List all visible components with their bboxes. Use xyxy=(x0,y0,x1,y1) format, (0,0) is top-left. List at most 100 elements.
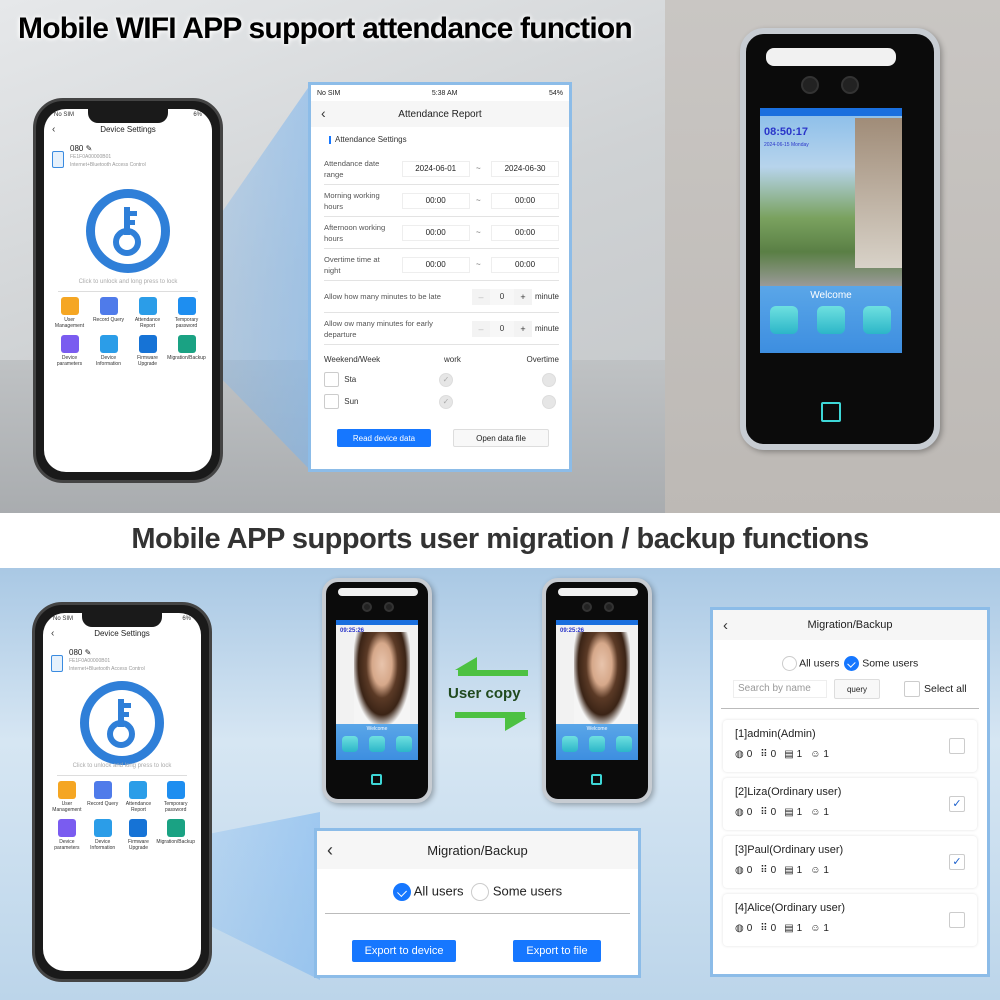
unlock-button[interactable] xyxy=(80,681,164,765)
back-icon[interactable]: ‹ xyxy=(321,105,326,121)
menu-item-migration-backup[interactable]: Migration/Backup xyxy=(167,335,206,367)
unlock-tile-icon[interactable] xyxy=(817,306,845,334)
menu-item-device-information[interactable]: Device Information xyxy=(85,819,121,851)
fingerprint-icon: ◍ xyxy=(735,749,744,760)
key-icon xyxy=(107,699,135,748)
menu-item-label: Firmware Upgrade xyxy=(137,355,158,367)
user-checkbox[interactable]: ✓ xyxy=(949,854,965,870)
user-checkbox[interactable] xyxy=(949,912,965,928)
menu-item-temporary-password[interactable]: Temporary password xyxy=(156,781,195,813)
sat-overtime-radio[interactable] xyxy=(542,373,556,387)
back-icon[interactable]: ‹ xyxy=(723,617,728,634)
menu-item-device-parameters[interactable]: Device parameters xyxy=(50,335,89,367)
menu-item-record-query[interactable]: Record Query xyxy=(89,297,128,329)
unlock-tile-icon[interactable] xyxy=(589,736,605,752)
menu-item-user-management[interactable]: User Management xyxy=(49,781,85,813)
export-to-device-button[interactable]: Export to device xyxy=(352,940,456,962)
menu-item-user-management[interactable]: User Management xyxy=(50,297,89,329)
card-icon: ▤ xyxy=(784,749,794,760)
menu-item-migration-backup[interactable]: Migration/Backup xyxy=(156,819,195,851)
unlock-hint: Click to unlock and long press to lock xyxy=(78,279,178,285)
sat-work-radio[interactable]: ✓ xyxy=(439,373,453,387)
menu-item-label: Migration/Backup xyxy=(156,839,195,845)
credential-count: ⠿ 0 xyxy=(760,865,776,876)
select-all-checkbox[interactable] xyxy=(904,681,920,697)
building xyxy=(855,118,902,268)
start-date-input[interactable]: 2024-06-01 xyxy=(401,160,470,177)
welcome-label: Welcome xyxy=(586,726,608,732)
some-users-radio[interactable] xyxy=(844,656,860,671)
doorbell-tile-icon[interactable] xyxy=(396,736,412,752)
menu-tile-icon[interactable] xyxy=(770,306,798,334)
menu-item-record-query[interactable]: Record Query xyxy=(85,781,121,813)
nfc-card-icon xyxy=(821,402,841,422)
device-info: 080 ✎ FE1F0A00000B01 Internet+Bluetooth … xyxy=(69,649,154,673)
overtime-end-input[interactable]: 00:00 xyxy=(491,256,560,273)
edit-icon[interactable]: ✎ xyxy=(85,648,92,657)
doorbell-tile-icon[interactable] xyxy=(863,306,891,334)
battery-label: 54% xyxy=(548,89,563,97)
some-users-label: Some users xyxy=(862,657,919,670)
user-row[interactable]: [2]Liza(Ordinary user) ◍ 0 ⠿ 0 ▤ 1 ☺ 1 ✓ xyxy=(723,778,977,830)
record-clock-icon xyxy=(99,297,118,315)
all-users-radio[interactable] xyxy=(392,883,411,901)
device-type: Internet+Bluetooth Access Control xyxy=(69,666,145,672)
search-input[interactable]: Search by name xyxy=(733,680,827,698)
menu-item-attendance-report[interactable]: Attendance Report xyxy=(128,297,167,329)
sun-work-radio[interactable]: ✓ xyxy=(439,395,453,409)
user-row[interactable]: [3]Paul(Ordinary user) ◍ 0 ⠿ 0 ▤ 1 ☺ 1 ✓ xyxy=(723,836,977,888)
user-row[interactable]: [1]admin(Admin) ◍ 0 ⠿ 0 ▤ 1 ☺ 1 xyxy=(723,720,977,772)
range-separator: ~ xyxy=(476,228,481,237)
edit-icon[interactable]: ✎ xyxy=(86,144,93,153)
sun-checkbox[interactable] xyxy=(324,394,339,409)
terminal-status-bar xyxy=(556,620,638,625)
open-data-file-button[interactable]: Open data file xyxy=(453,429,549,447)
sat-checkbox[interactable] xyxy=(324,372,339,387)
decrement-button[interactable]: – xyxy=(471,320,490,337)
increment-button[interactable]: + xyxy=(513,288,532,305)
afternoon-start-input[interactable]: 00:00 xyxy=(401,224,470,241)
menu-item-label: Firmware Upgrade xyxy=(128,839,149,851)
overtime-start-input[interactable]: 00:00 xyxy=(401,256,470,273)
menu-item-firmware-upgrade[interactable]: Firmware Upgrade xyxy=(128,335,167,367)
late-minutes-value[interactable]: 0 xyxy=(489,288,514,305)
menu-tile-icon[interactable] xyxy=(562,736,578,752)
unlock-button[interactable] xyxy=(86,189,170,273)
header: ‹ Migration/Backup xyxy=(713,610,987,640)
user-checkbox[interactable]: ✓ xyxy=(949,796,965,812)
increment-button[interactable]: + xyxy=(513,320,532,337)
morning-end-input[interactable]: 00:00 xyxy=(491,192,560,209)
read-device-data-button[interactable]: Read device data xyxy=(337,429,431,447)
function-grid: User Management Record Query Attendance Re… xyxy=(49,781,195,851)
user-copy-label: User copy xyxy=(448,685,521,702)
carrier-label: No SIM xyxy=(317,89,341,97)
menu-item-device-information[interactable]: Device Information xyxy=(89,335,128,367)
function-grid: User Management Record Query Attendance Re… xyxy=(50,297,206,367)
range-separator: ~ xyxy=(476,260,481,269)
menu-tile-icon[interactable] xyxy=(342,736,358,752)
user-row[interactable]: [4]Alice(Ordinary user) ◍ 0 ⠿ 0 ▤ 1 ☺ 1 xyxy=(723,894,977,946)
sun-overtime-radio[interactable] xyxy=(542,395,556,409)
query-button[interactable]: query xyxy=(834,679,880,699)
some-users-radio[interactable] xyxy=(471,883,490,901)
face-photo xyxy=(354,632,410,724)
user-checkbox[interactable] xyxy=(949,738,965,754)
share-icon xyxy=(177,335,196,353)
row-early-departure: Allow ow many minutes for early departur… xyxy=(324,313,559,345)
unlock-tile-icon[interactable] xyxy=(369,736,385,752)
morning-start-input[interactable]: 00:00 xyxy=(401,192,470,209)
menu-item-attendance-report[interactable]: Attendance Report xyxy=(121,781,157,813)
menu-item-temporary-password[interactable]: Temporary password xyxy=(167,297,206,329)
unit-label: minute xyxy=(534,292,559,301)
export-to-file-button[interactable]: Export to file xyxy=(513,940,601,962)
all-users-radio[interactable] xyxy=(781,656,797,671)
back-icon[interactable]: ‹ xyxy=(327,840,333,861)
early-minutes-value[interactable]: 0 xyxy=(489,320,514,337)
end-date-input[interactable]: 2024-06-30 xyxy=(491,160,560,177)
menu-item-device-parameters[interactable]: Device parameters xyxy=(49,819,85,851)
afternoon-end-input[interactable]: 00:00 xyxy=(491,224,560,241)
count-value: 1 xyxy=(823,807,829,818)
doorbell-tile-icon[interactable] xyxy=(616,736,632,752)
menu-item-firmware-upgrade[interactable]: Firmware Upgrade xyxy=(121,819,157,851)
decrement-button[interactable]: – xyxy=(471,288,490,305)
